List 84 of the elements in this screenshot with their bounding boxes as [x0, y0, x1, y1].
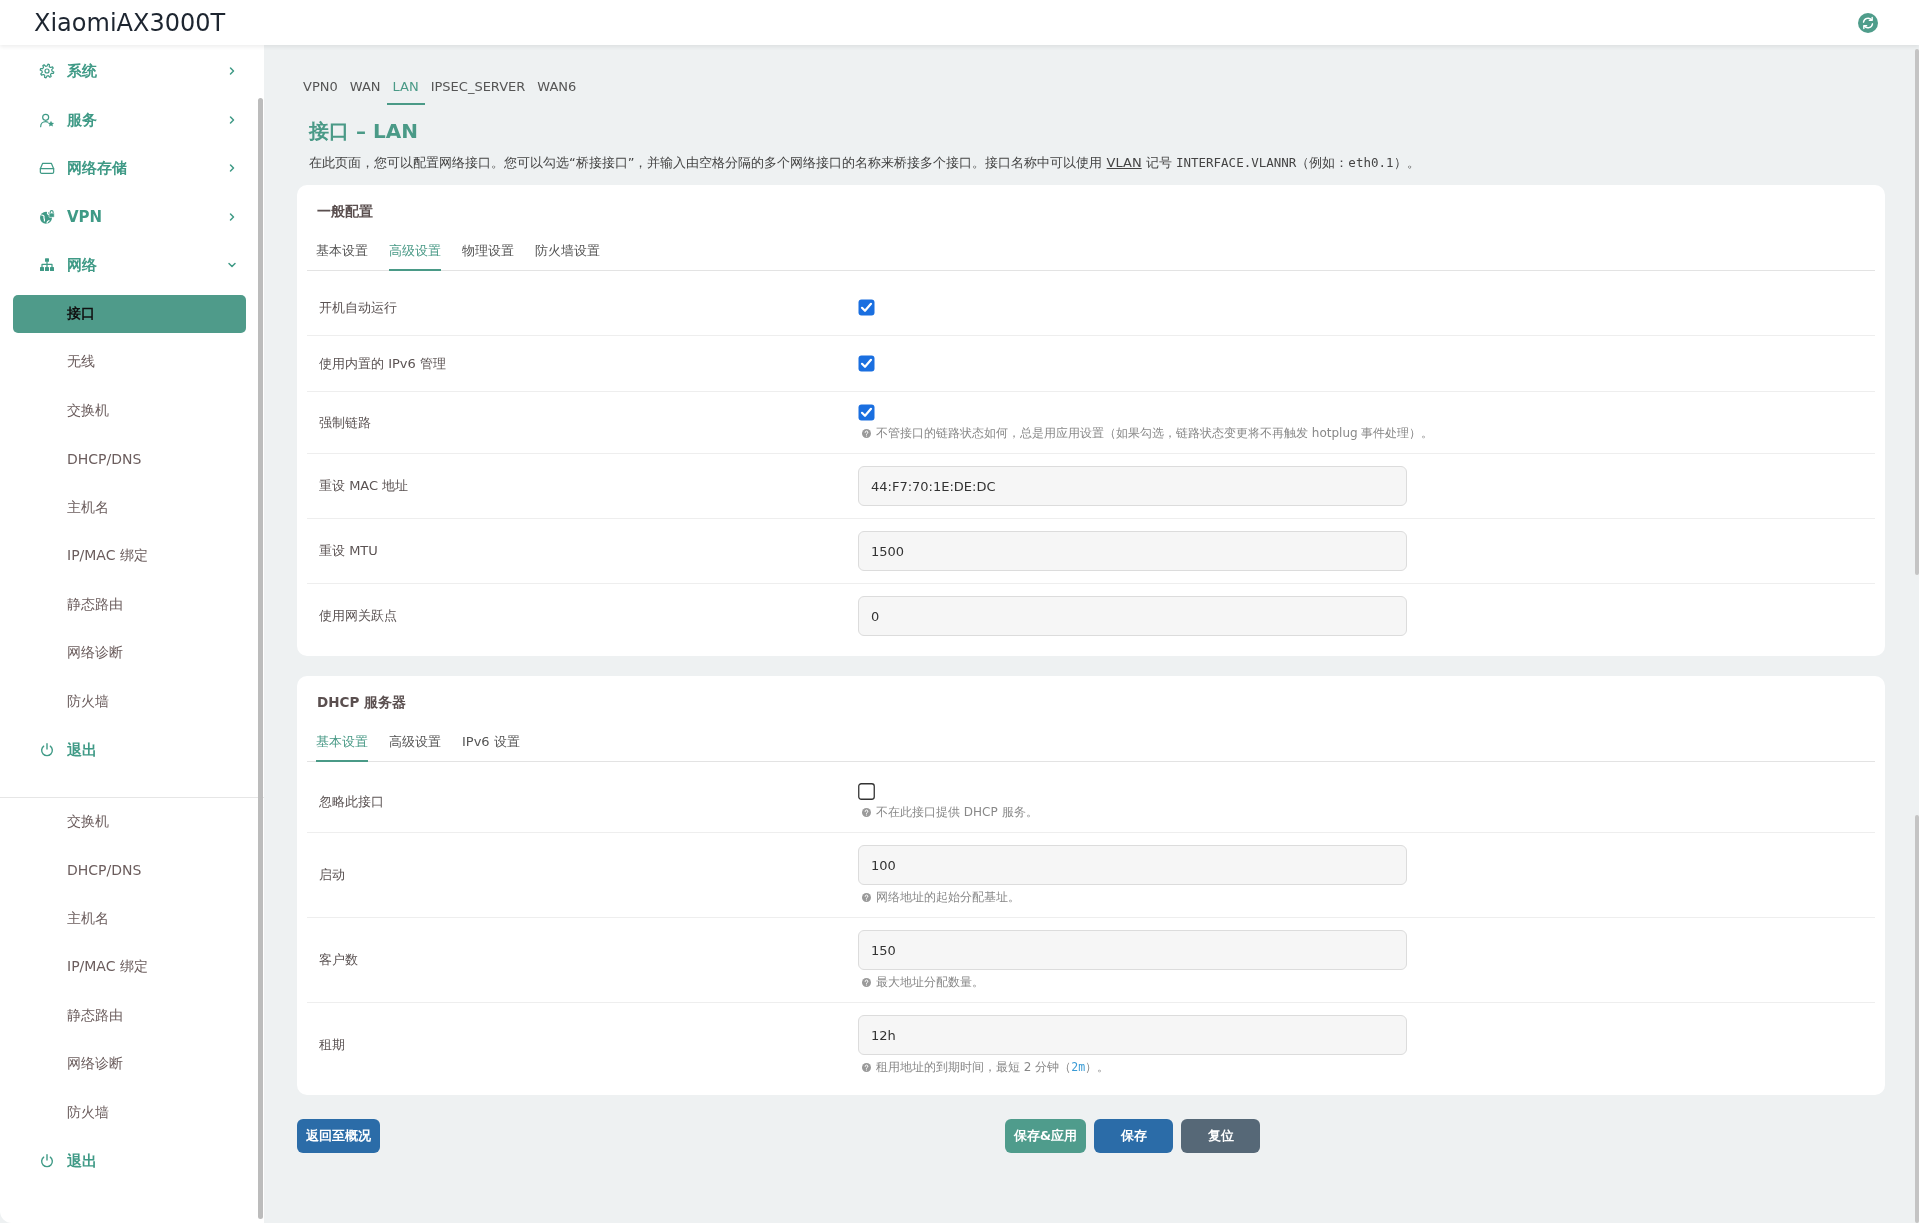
field-label: 使用网关跃点 [319, 607, 397, 625]
menu-item[interactable]: 主机名 [13, 488, 246, 527]
checkbox[interactable] [858, 783, 875, 800]
menu-item[interactable]: IP/MAC 绑定 [13, 537, 246, 575]
field-label: 使用内置的 IPv6 管理 [319, 354, 446, 373]
text-field[interactable]: 0 [858, 596, 1407, 636]
text-field[interactable]: 1500 [858, 531, 1407, 571]
help-icon [862, 892, 871, 902]
help-icon [862, 1062, 871, 1072]
gear-icon [39, 63, 55, 79]
page-description: 在此页面，您可以配置网络接口。您可以勾选“桥接接口”，并输入由空格分隔的多个网络接口的名称来桥接多个接口。接口名称中可以使用 VLAN 记号 INTERFACE.VLANNR（例如：eth0.1）。 [309, 154, 1420, 172]
scrollbar-thumb[interactable] [1915, 815, 1919, 1223]
menu-item[interactable]: 防火墙 [13, 1093, 246, 1132]
tab[interactable]: VPN0 [297, 71, 344, 105]
help-text: 最大地址分配数量。 [876, 974, 984, 990]
site-title: XiaomiAX3000T [34, 7, 226, 38]
help-icon [862, 977, 871, 987]
menu-item[interactable]: 静态路由 [13, 585, 246, 624]
menu-item[interactable]: DHCP/DNS [13, 440, 246, 478]
checkbox[interactable] [858, 355, 875, 372]
tab[interactable]: 防火墙设置 [535, 231, 600, 271]
tab[interactable]: 基本设置 [316, 231, 368, 271]
logout-link[interactable]: 退出 [67, 1151, 97, 1171]
checkbox[interactable] [858, 299, 875, 316]
menu-group[interactable]: VPN [67, 206, 103, 227]
help-text: 不在此接口提供 DHCP 服务。 [876, 804, 1038, 820]
menu-item[interactable]: 静态路由 [13, 996, 246, 1035]
menu-item[interactable]: IP/MAC 绑定 [13, 948, 246, 986]
logout-link[interactable]: 退出 [67, 740, 97, 760]
text-field[interactable]: 100 [858, 845, 1407, 885]
menu-group[interactable]: 服务 [67, 109, 97, 130]
hard-drive-icon [39, 160, 55, 176]
field-label: 重设 MAC 地址 [319, 477, 409, 495]
menu-group[interactable]: 系统 [67, 61, 97, 81]
field-label: 忽略此接口 [319, 792, 384, 811]
menu-item[interactable]: 主机名 [13, 899, 246, 938]
globe-lock-icon [39, 208, 55, 225]
field-label: 强制链路 [319, 413, 371, 432]
tab[interactable]: 物理设置 [462, 231, 514, 271]
menu-item[interactable]: 防火墙 [13, 682, 246, 721]
help-text: 租用地址的到期时间，最短 2 分钟（2m）。 [876, 1059, 1110, 1075]
menu-item[interactable]: 网络诊断 [13, 1045, 246, 1083]
checkbox[interactable] [858, 404, 875, 421]
reset-button[interactable]: 复位 [1181, 1119, 1261, 1153]
field-label: 客户数 [319, 951, 358, 969]
field-label: 重设 MTU [319, 542, 378, 560]
tab[interactable]: 高级设置 [389, 231, 441, 271]
help-icon [862, 428, 871, 438]
menu-group[interactable]: 网络存储 [67, 158, 127, 178]
back-button[interactable]: 返回至概况 [297, 1119, 380, 1153]
help-text: 不管接口的链路状态如何，总是用应用设置（如果勾选，链路状态变更将不再触发 hotplug 事件处理）。 [876, 425, 1434, 441]
text-field[interactable]: 150 [858, 930, 1407, 970]
menu-group[interactable]: 网络 [67, 255, 97, 275]
help-icon [862, 807, 871, 817]
section-title: DHCP 服务器 [317, 693, 406, 712]
field-label: 开机自动运行 [319, 298, 397, 317]
tab[interactable]: 基本设置 [316, 722, 368, 762]
scrollbar-thumb[interactable] [1915, 49, 1919, 575]
text-field[interactable]: 12h [858, 1015, 1407, 1055]
save-button[interactable]: 保存 [1094, 1119, 1174, 1153]
tab[interactable]: IPSEC_SERVER [424, 71, 532, 105]
power-icon [39, 742, 55, 758]
text-field[interactable]: 44:F7:70:1E:DE:DC [858, 466, 1407, 506]
tab[interactable]: 高级设置 [389, 722, 441, 762]
tab[interactable]: WAN [343, 71, 387, 105]
section-title: 一般配置 [317, 202, 373, 221]
page-title: 接口 – LAN [309, 118, 418, 145]
menu-item[interactable]: DHCP/DNS [13, 851, 246, 889]
scrollbar-thumb[interactable] [258, 98, 263, 1219]
menu-item[interactable]: 接口 [13, 294, 246, 333]
menu-item[interactable]: 无线 [13, 343, 246, 381]
menu-item[interactable]: 交换机 [13, 802, 246, 841]
menu-item[interactable]: 交换机 [13, 391, 246, 430]
abbreviation-term: VLAN [1106, 155, 1142, 170]
field-label: 启动 [319, 866, 345, 884]
refresh-icon[interactable] [1858, 12, 1878, 33]
tab[interactable]: WAN6 [531, 71, 583, 105]
power-icon [39, 1153, 55, 1169]
field-label: 租期 [319, 1036, 345, 1054]
help-text: 网络地址的起始分配基址。 [876, 889, 1020, 905]
person-star-icon [39, 111, 55, 128]
menu-item[interactable]: 网络诊断 [13, 634, 246, 672]
sitemap-icon [39, 257, 55, 273]
tab[interactable]: IPv6 设置 [462, 722, 520, 762]
